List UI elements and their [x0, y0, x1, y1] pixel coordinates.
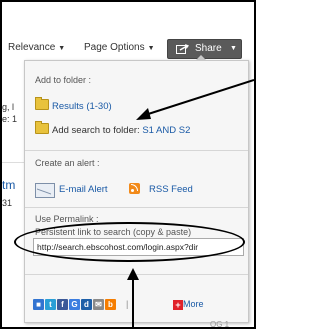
arrowhead-icon: [127, 268, 139, 280]
arrowhead-icon: [136, 108, 151, 120]
annotation-arrows: [127, 79, 254, 327]
screenshot-frame: Relevance ▼ Page Options ▼ Share ▼ g, l e:…: [0, 0, 256, 329]
arrow-to-add-search: [141, 79, 254, 117]
